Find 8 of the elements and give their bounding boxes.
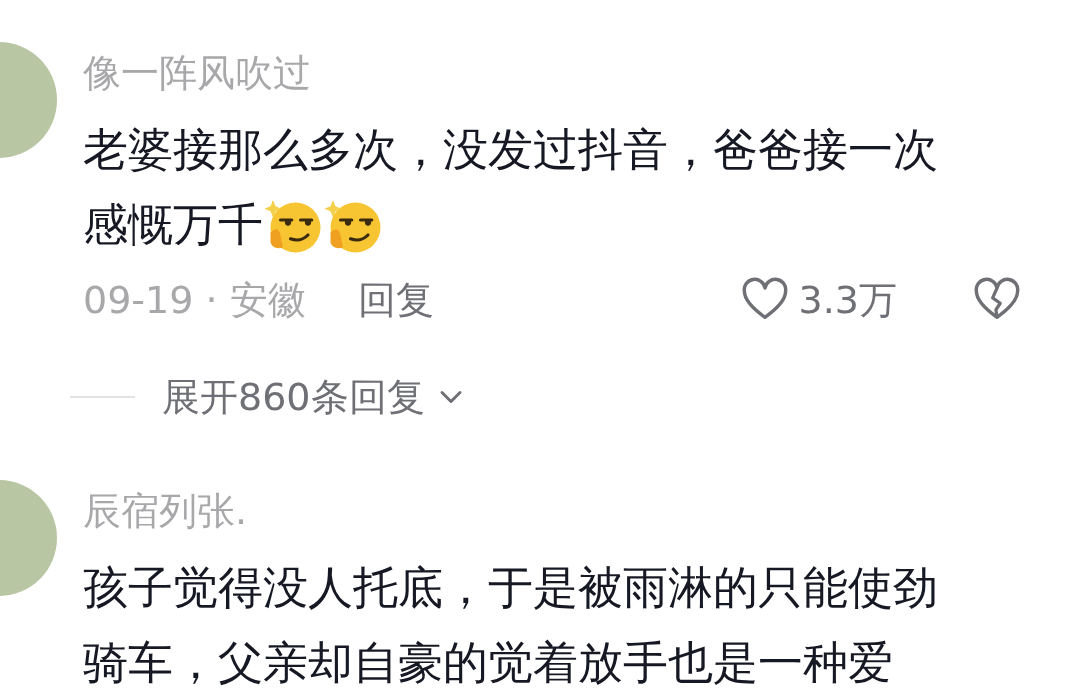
comment-text: 孩子觉得没人托底，于是被雨淋的只能使劲 [83,560,938,616]
date-location: 09-19 · 安徽 [83,276,306,324]
expand-replies-button[interactable]: 展开860条回复 [162,371,469,423]
reply-button[interactable]: 回复 [357,274,434,326]
comment-text: 骑车，父亲却自豪的觉着放手也是一种爱 [83,635,893,689]
comment-text: 感慨万千 [83,197,263,253]
comment-text: 老婆接那么多次，没发过抖音，爸爸接一次 [83,122,938,178]
like-count: 3.3万 [798,276,897,324]
